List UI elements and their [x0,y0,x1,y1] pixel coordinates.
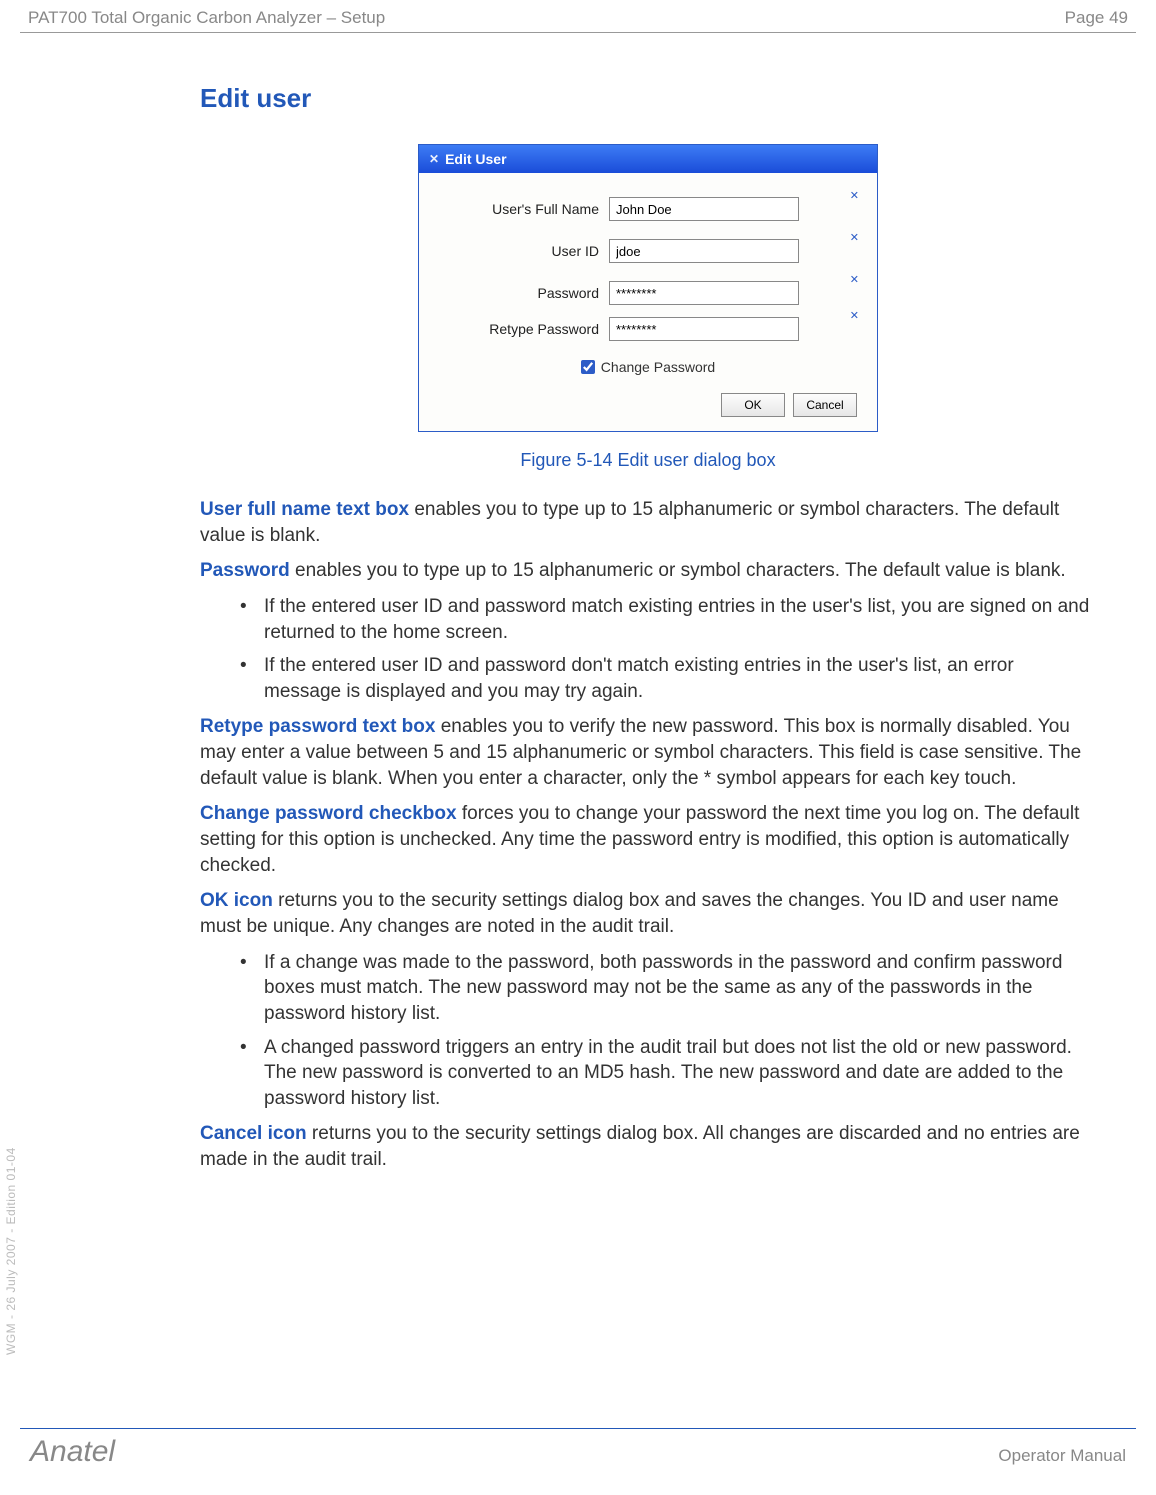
page-header: PAT700 Total Organic Carbon Analyzer – S… [0,0,1156,32]
header-left: PAT700 Total Organic Carbon Analyzer – S… [28,8,385,28]
label-userid: User ID [439,243,609,259]
dialog-title: Edit User [445,151,506,167]
clear-icon: ✕ [850,189,859,202]
clear-icon: ✕ [850,273,859,286]
list-item: If a change was made to the password, bo… [240,950,1096,1027]
row-retype: Retype Password ✕ [439,317,857,341]
lead-password: Password [200,560,290,581]
dialog-titlebar: ✕ Edit User [419,145,877,173]
para-cancel: Cancel icon returns you to the security … [200,1121,1096,1172]
para-fullname: User full name text box enables you to t… [200,497,1096,548]
text-cancel: returns you to the security settings dia… [200,1123,1080,1170]
label-changepw: Change Password [601,359,715,375]
lead-retype: Retype password text box [200,716,435,737]
input-password[interactable] [609,281,799,305]
row-changepw: Change Password [439,359,857,375]
input-userid[interactable] [609,239,799,263]
para-password: Password enables you to type up to 15 al… [200,558,1096,584]
page-content: Edit user ✕ Edit User User's Full Name ✕… [0,33,1156,1173]
ok-button[interactable]: OK [721,393,785,417]
input-retype[interactable] [609,317,799,341]
bullets-ok: If a change was made to the password, bo… [200,950,1096,1112]
label-retype: Retype Password [439,321,609,337]
page-footer: Anatel Operator Manual [30,1435,1126,1469]
section-title: Edit user [200,83,1096,114]
list-item: A changed password triggers an entry in … [240,1035,1096,1112]
checkbox-changepw[interactable] [581,360,595,374]
lead-changepw: Change password checkbox [200,803,457,824]
clear-icon: ✕ [850,309,859,322]
header-right: Page 49 [1065,8,1128,28]
dialog-buttons: OK Cancel [439,393,857,417]
dialog-body: User's Full Name ✕ User ID ✕ Password ✕ [419,173,877,431]
footer-brand: Anatel [30,1435,115,1469]
row-userid: User ID ✕ [439,239,857,263]
label-password: Password [439,285,609,301]
para-ok: OK icon returns you to the security sett… [200,888,1096,939]
body-text: User full name text box enables you to t… [200,497,1096,1173]
figure-caption: Figure 5-14 Edit user dialog box [200,450,1096,471]
vertical-edition-note: WGM - 26 July 2007 - Edition 01-04 [4,1147,18,1355]
bullets-password: If the entered user ID and password matc… [200,594,1096,705]
dialog-icon: ✕ [429,152,439,166]
label-fullname: User's Full Name [439,201,609,217]
row-password: Password ✕ [439,281,857,305]
text-ok: returns you to the security settings dia… [200,890,1059,937]
edit-user-dialog: ✕ Edit User User's Full Name ✕ User ID ✕… [418,144,878,432]
clear-icon: ✕ [850,231,859,244]
row-fullname: User's Full Name ✕ [439,197,857,221]
footer-rule [20,1428,1136,1429]
para-retype: Retype password text box enables you to … [200,714,1096,791]
text-password: enables you to type up to 15 alphanumeri… [290,560,1066,581]
list-item: If the entered user ID and password matc… [240,594,1096,645]
footer-doc-title: Operator Manual [998,1446,1126,1466]
lead-ok: OK icon [200,890,273,911]
para-changepw: Change password checkbox forces you to c… [200,801,1096,878]
lead-cancel: Cancel icon [200,1123,307,1144]
lead-fullname: User full name text box [200,499,409,520]
list-item: If the entered user ID and password don'… [240,653,1096,704]
cancel-button[interactable]: Cancel [793,393,857,417]
input-fullname[interactable] [609,197,799,221]
